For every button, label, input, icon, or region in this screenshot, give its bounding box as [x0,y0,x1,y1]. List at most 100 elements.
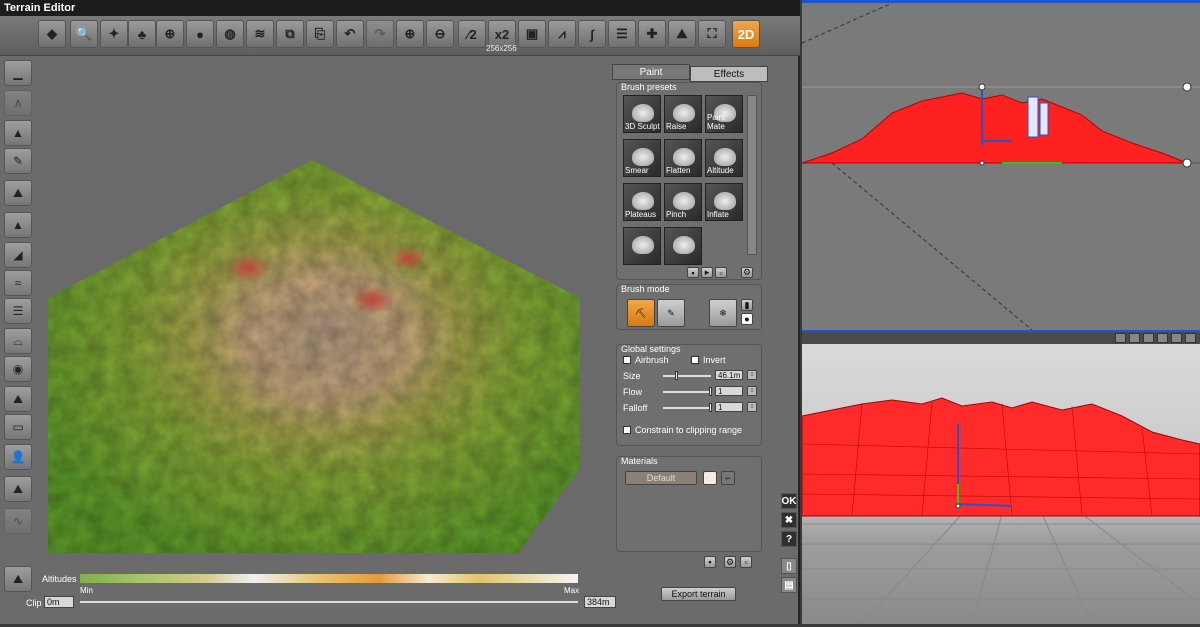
terrain-viewport[interactable] [38,60,598,564]
falloff-slider[interactable] [663,407,711,409]
default-material-button[interactable]: Default [625,471,697,485]
cancel-button[interactable]: ✖ [781,512,797,528]
crater-icon[interactable]: ◉ [4,356,32,382]
tab-paint[interactable]: Paint [612,64,690,80]
render-icon[interactable] [1157,333,1168,343]
brush-preset[interactable]: Raise [664,95,702,133]
zoom-out-icon[interactable]: ⊖ [426,20,454,48]
paint-mode-button[interactable]: ✎ [657,299,685,327]
constrain-checkbox[interactable]: Constrain to clipping range [623,425,742,435]
brush-preset[interactable]: Altitude [705,139,743,177]
sculpt-brush-icon[interactable]: ✎ [4,148,32,174]
altitude-preview-icon[interactable]: ⛰ [4,566,32,592]
material-picker-icon[interactable]: ⌐ [721,471,735,485]
brush-preset[interactable]: 3D Sculpt [623,95,661,133]
tab-effects[interactable]: Effects [690,66,768,82]
zoom-icon[interactable] [1171,333,1182,343]
flow-slider[interactable] [663,391,711,393]
dunes-icon[interactable]: ≈ [4,270,32,296]
peak-icon[interactable]: ▲ [4,120,32,146]
terraces-icon[interactable]: ☰ [4,298,32,324]
curve-icon[interactable]: ∫ [578,20,606,48]
size-slider[interactable] [663,375,711,377]
lighting-icon[interactable]: ✦ [100,20,128,48]
terrain-type-dropdown[interactable]: ◆ [38,20,66,48]
delete-preset-icon[interactable]: ▫ [715,267,727,278]
altitude-gradient[interactable] [80,574,578,583]
brush-preset[interactable]: Flatten [664,139,702,177]
sculpt-mode-button[interactable]: ⛏ [627,299,655,327]
perspective-viewport[interactable] [801,344,1200,625]
sphere-icon[interactable]: ● [186,20,214,48]
help-button[interactable]: ? [781,531,797,547]
brush-preset[interactable]: Inflate [705,183,743,221]
portrait-icon[interactable]: 👤 [4,444,32,470]
preset-thumbnail [632,192,654,210]
flow-spinner[interactable]: ↕ [747,386,757,396]
preset-options-icon[interactable]: ⚙ [741,267,753,278]
filter-icon[interactable]: ⩘ [548,20,576,48]
erosion-settings-icon[interactable]: ☰ [608,20,636,48]
clip-max-field[interactable]: 384m [584,596,616,608]
save-preset-icon[interactable]: ▪ [687,267,699,278]
terrain-layers-icon[interactable]: ≋ [246,20,274,48]
falloff-spinner[interactable]: ↕ [747,402,757,412]
canyon-icon[interactable]: ⌓ [4,328,32,354]
terrain-preview-icon[interactable]: ⛰ [668,20,696,48]
brush-preset[interactable]: Paint Mate [705,95,743,133]
clip-range-slider[interactable] [80,601,578,603]
flow-slider-knob[interactable] [709,387,712,396]
eroded-icon[interactable]: ∿ [4,508,32,534]
airbrush-checkbox[interactable]: Airbrush [623,355,669,365]
camera-icon[interactable] [1115,333,1126,343]
size-value[interactable]: 46.1m [715,370,743,380]
falloff-value[interactable]: 1 [715,402,743,412]
rock-sphere-icon[interactable]: ◍ [216,20,244,48]
top-viewport[interactable] [801,0,1200,331]
flat-terrain-icon[interactable]: ▁ [4,60,32,86]
alpine-icon[interactable]: ⛰ [4,476,32,502]
clip-min-field[interactable]: 0m [44,596,74,608]
export-terrain-button[interactable]: Export terrain [661,587,736,601]
brush-preset[interactable]: Pinch [664,183,702,221]
invert-checkbox[interactable]: Invert [691,355,726,365]
brush-preset[interactable] [623,227,661,265]
display-icon[interactable] [1143,333,1154,343]
size-spinner[interactable]: ↕ [747,370,757,380]
lights-icon[interactable] [1129,333,1140,343]
rocky-icon[interactable]: ⛰ [4,386,32,412]
vegetation-icon[interactable]: ♣ [128,20,156,48]
fullscreen-icon[interactable]: ⛶ [698,20,726,48]
hill-icon[interactable]: ⛰ [4,180,32,206]
ridge-icon[interactable]: ◢ [4,242,32,268]
paste-icon[interactable]: ⎘ [306,20,334,48]
black-dot-icon[interactable]: ● [741,313,753,325]
material-swatch[interactable] [703,471,717,485]
perspective-mesh [801,397,1200,625]
presets-scrollbar[interactable] [747,95,757,255]
half-resolution-button[interactable]: ⁄2 [458,20,486,48]
freeze-icon[interactable]: ❄ [709,299,737,327]
trash-icon[interactable]: ▮ [741,299,753,311]
undo-icon[interactable]: ↶ [336,20,364,48]
close-icon[interactable] [1185,333,1196,343]
zoom-in-icon[interactable]: ⊕ [396,20,424,48]
ok-button[interactable]: OK [781,493,797,509]
plateau-icon[interactable]: ▭ [4,414,32,440]
brush-preset[interactable]: Smear [623,139,661,177]
flow-value[interactable]: 1 [715,386,743,396]
globe-icon[interactable]: ⊕ [156,20,184,48]
add-erosion-icon[interactable]: ✚ [638,20,666,48]
redo-icon[interactable]: ↷ [366,20,394,48]
copy-icon[interactable]: ⧉ [276,20,304,48]
load-preset-icon[interactable]: ▸ [701,267,713,278]
falloff-slider-knob[interactable] [709,403,712,412]
2d-mode-button[interactable]: 2D [732,20,760,48]
crop-icon[interactable]: ▣ [518,20,546,48]
mountain-icon[interactable]: ▲ [4,212,32,238]
brush-preset[interactable] [664,227,702,265]
smooth-terrain-icon[interactable]: ∧ [4,90,32,116]
zoom-region-icon[interactable]: 🔍 [70,20,98,48]
brush-preset[interactable]: Plateaus [623,183,661,221]
size-slider-knob[interactable] [675,371,678,380]
